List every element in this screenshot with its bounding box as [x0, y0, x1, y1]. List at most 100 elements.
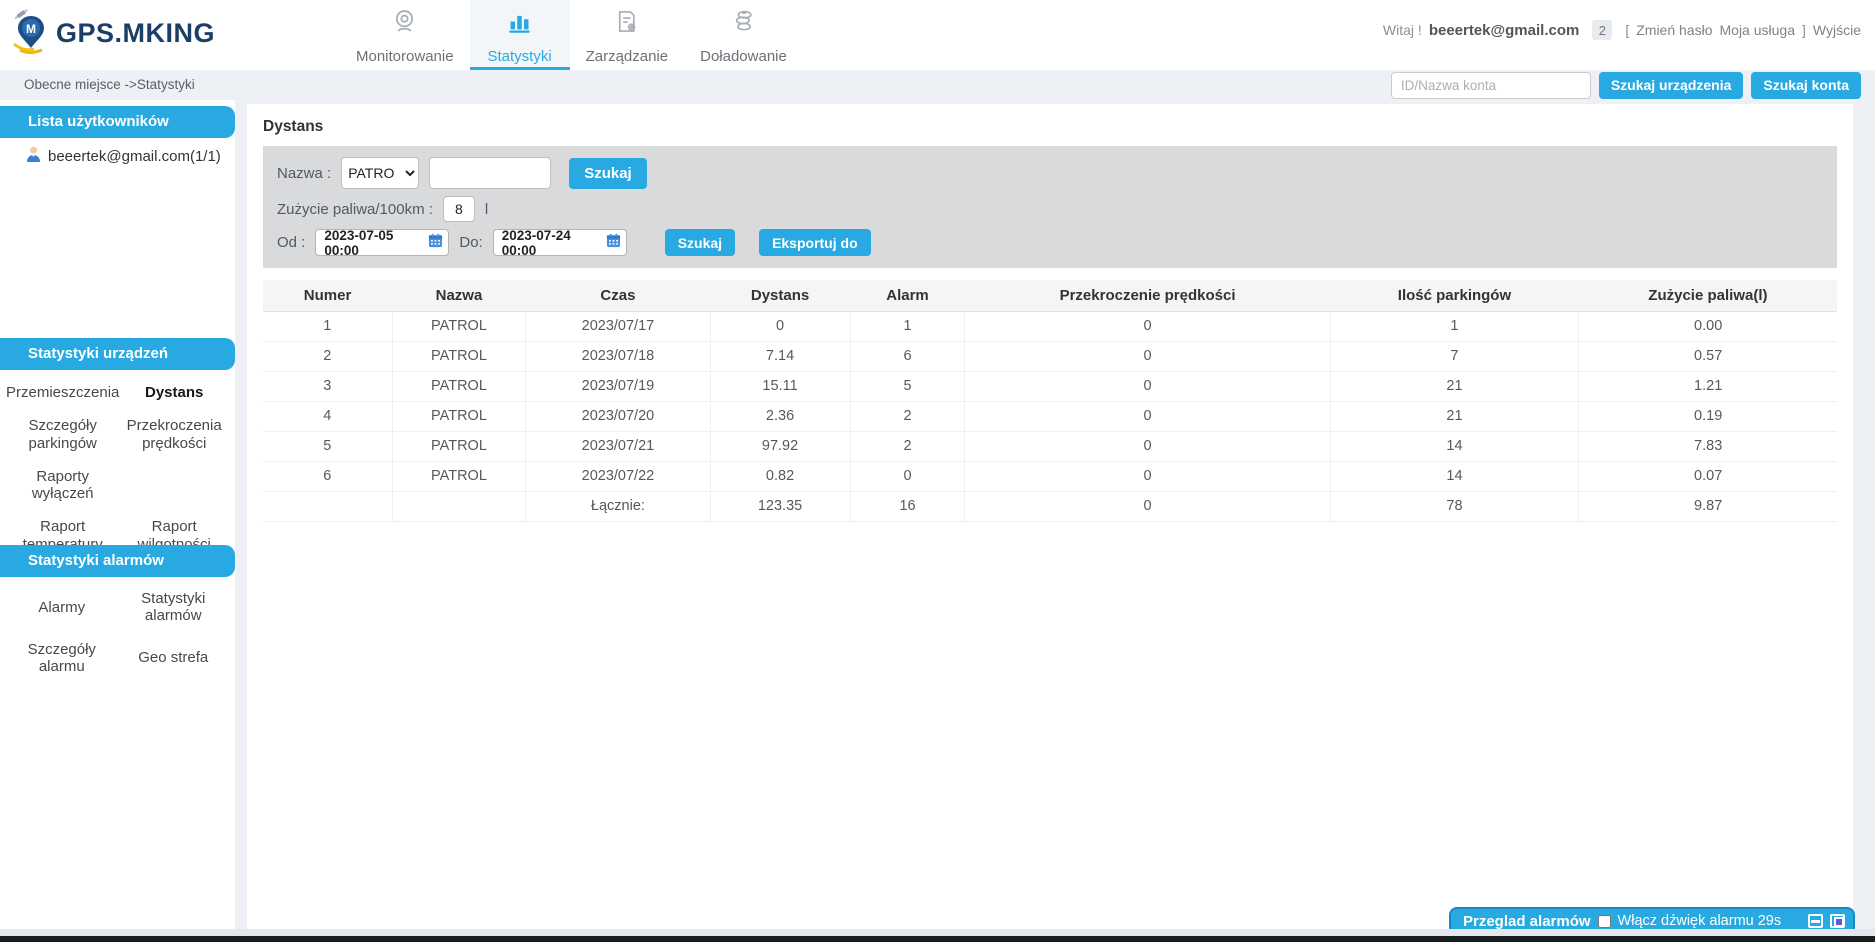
table-cell: 2023/07/17	[526, 311, 710, 341]
message-count-badge[interactable]: 2	[1592, 20, 1612, 40]
table-cell: 2.36	[710, 401, 850, 431]
change-password-link[interactable]: Zmień hasło	[1636, 22, 1712, 38]
sidebar-item-przekroczenia-predkosci[interactable]: Przekroczenia prędkości	[119, 417, 229, 452]
users-section-header: Lista użytkowników	[0, 106, 235, 138]
table-cell: 1.21	[1579, 371, 1837, 401]
sidebar-item-raporty-wylaczen[interactable]: Raporty wyłączeń	[6, 468, 119, 503]
name-search-button[interactable]: Szukaj	[569, 158, 647, 189]
table-cell: 78	[1330, 491, 1579, 521]
table-body: 1PATROL2023/07/1701010.002PATROL2023/07/…	[263, 311, 1837, 521]
tab-statystyki[interactable]: Statystyki	[470, 0, 570, 70]
table-cell: 0	[710, 311, 850, 341]
account-search-input[interactable]	[1391, 72, 1591, 99]
table-cell: 1	[850, 311, 965, 341]
table-cell: 5	[850, 371, 965, 401]
brand-logo[interactable]: M GPS.MKING	[10, 8, 215, 59]
sidebar-item-statystyki-alarmow[interactable]: Statystyki alarmów	[118, 590, 230, 625]
name-select[interactable]: PATRO	[341, 157, 419, 189]
to-label: Do:	[459, 234, 482, 251]
tab-label: Zarządzanie	[586, 48, 669, 65]
alarm-sound-checkbox[interactable]	[1598, 915, 1611, 928]
table-cell: 0	[965, 341, 1330, 371]
tab-label: Doładowanie	[700, 48, 787, 65]
top-header: M GPS.MKING Monitorowanie	[0, 0, 1875, 70]
distance-report-table: NumerNazwaCzasDystansAlarmPrzekroczenie …	[263, 280, 1837, 522]
table-cell: PATROL	[392, 311, 526, 341]
table-cell: 0.00	[1579, 311, 1837, 341]
table-cell: 1	[1330, 311, 1579, 341]
table-cell: 0	[965, 371, 1330, 401]
logout-link[interactable]: Wyjście	[1813, 22, 1861, 38]
date-search-button[interactable]: Szukaj	[665, 229, 735, 256]
table-cell: 21	[1330, 401, 1579, 431]
column-header: Numer	[263, 280, 392, 311]
alarm-stats-menu: Alarmy Statystyki alarmów Szczegóły alar…	[0, 590, 235, 675]
gps-pin-logo-icon: M	[10, 8, 52, 59]
calendar-icon[interactable]	[428, 233, 443, 252]
tab-doladowanie[interactable]: Doładowanie	[684, 0, 803, 70]
table-cell: PATROL	[392, 431, 526, 461]
table-cell: 21	[1330, 371, 1579, 401]
restore-icon[interactable]	[1830, 914, 1845, 928]
sidebar-item-alarmy[interactable]: Alarmy	[6, 599, 118, 616]
table-cell: 0	[965, 461, 1330, 491]
minimize-icon[interactable]	[1808, 914, 1823, 928]
from-date-input[interactable]: 2023-07-05 00:00	[315, 229, 449, 256]
greeting-text: Witaj !	[1383, 22, 1422, 38]
main-content: Dystans Nazwa : PATRO Szukaj Zużycie pal…	[247, 104, 1853, 930]
coins-icon	[730, 8, 757, 40]
bottom-light-strip	[0, 929, 1875, 936]
user-icon	[26, 146, 41, 167]
sidebar-item-dystans[interactable]: Dystans	[119, 384, 229, 401]
table-cell: 2023/07/20	[526, 401, 710, 431]
sidebar-user-item[interactable]: beeertek@gmail.com(1/1)	[26, 146, 221, 167]
sidebar-user-label: beeertek@gmail.com(1/1)	[48, 148, 221, 165]
calendar-icon[interactable]	[606, 233, 621, 252]
breadcrumb-bar: Obecne miejsce ->Statystyki Szukaj urząd…	[0, 70, 1875, 100]
my-service-link[interactable]: Moja usługa	[1720, 22, 1796, 38]
table-header-row: NumerNazwaCzasDystansAlarmPrzekroczenie …	[263, 280, 1837, 311]
sidebar-item-szczegoly-alarmu[interactable]: Szczegóły alarmu	[6, 641, 118, 676]
table-cell: 14	[1330, 461, 1579, 491]
table-cell: 123.35	[710, 491, 850, 521]
sidebar-item-szczegoly-parkingow[interactable]: Szczegóły parkingów	[6, 417, 119, 452]
export-button[interactable]: Eksportuj do	[759, 229, 871, 256]
webcam-icon	[391, 8, 418, 40]
table-row: 2PATROL2023/07/187.146070.57	[263, 341, 1837, 371]
table-cell: 9.87	[1579, 491, 1837, 521]
sidebar-item-przemieszczenia[interactable]: Przemieszczenia	[6, 384, 119, 401]
account-search: Szukaj urządzenia Szukaj konta	[1391, 71, 1861, 99]
tab-monitorowanie[interactable]: Monitorowanie	[340, 0, 470, 70]
tab-zarzadzanie[interactable]: Zarządzanie	[570, 0, 685, 70]
table-cell: 2023/07/19	[526, 371, 710, 401]
fuel-unit-label: l	[485, 201, 488, 218]
to-date-input[interactable]: 2023-07-24 00:00	[493, 229, 627, 256]
table-cell: 7.14	[710, 341, 850, 371]
search-account-button[interactable]: Szukaj konta	[1751, 72, 1861, 99]
page-title: Dystans	[263, 118, 1853, 136]
table-cell	[263, 491, 392, 521]
alarm-sound-label: Włącz dźwięk alarmu 29s	[1618, 913, 1801, 929]
bracket-open: [	[1625, 22, 1629, 38]
sidebar-item-geo-strefa[interactable]: Geo strefa	[118, 649, 230, 666]
column-header: Zużycie paliwa(l)	[1579, 280, 1837, 311]
table-cell: 2	[850, 431, 965, 461]
table-cell: 0	[965, 311, 1330, 341]
table-cell: 0	[850, 461, 965, 491]
document-gear-icon	[613, 8, 640, 40]
table-row: 1PATROL2023/07/1701010.00	[263, 311, 1837, 341]
svg-text:M: M	[26, 22, 36, 36]
user-email: beeertek@gmail.com	[1429, 22, 1580, 39]
search-device-button[interactable]: Szukaj urządzenia	[1599, 72, 1744, 99]
name-search-input[interactable]	[429, 157, 551, 189]
table-cell: PATROL	[392, 461, 526, 491]
device-stats-menu: Przemieszczenia Dystans Szczegóły parkin…	[0, 384, 235, 553]
table-cell: 0.19	[1579, 401, 1837, 431]
column-header: Dystans	[710, 280, 850, 311]
fuel-consumption-input[interactable]	[443, 196, 475, 222]
table-cell: 2023/07/21	[526, 431, 710, 461]
table-cell: 14	[1330, 431, 1579, 461]
table-cell: 3	[263, 371, 392, 401]
table-cell: 15.11	[710, 371, 850, 401]
table-row: 5PATROL2023/07/2197.9220147.83	[263, 431, 1837, 461]
